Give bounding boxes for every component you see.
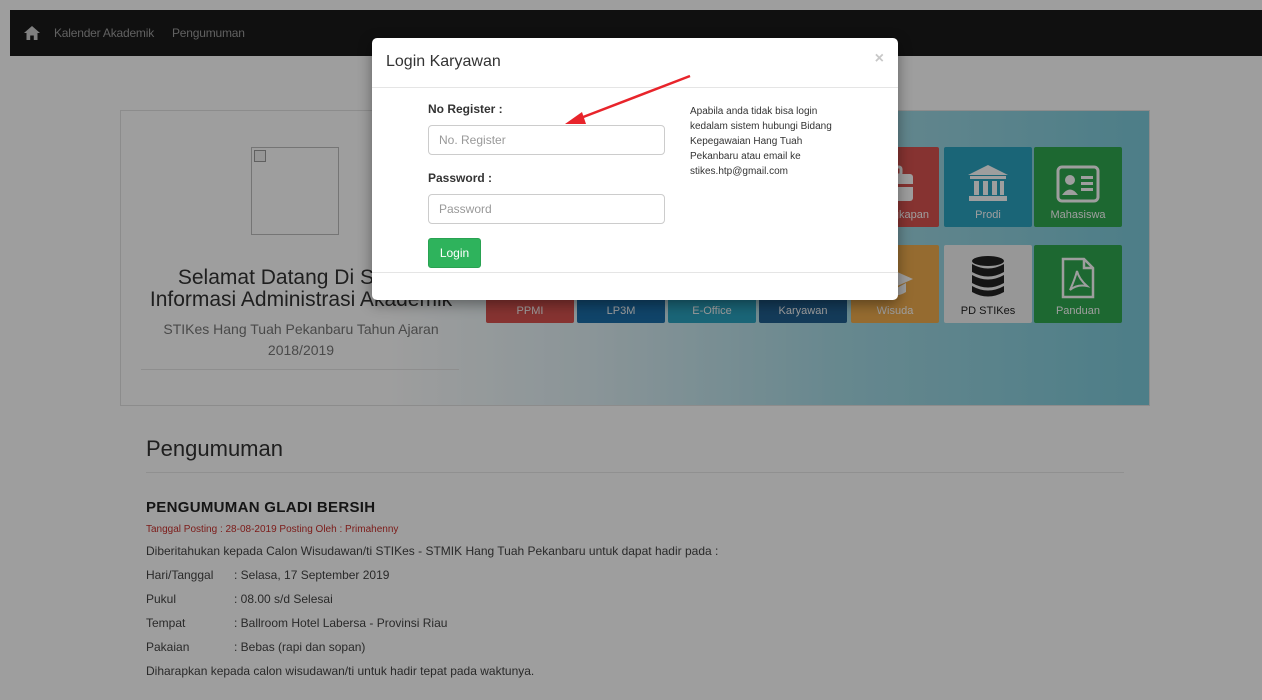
modal-header: Login Karyawan × xyxy=(372,38,898,88)
modal-footer-divider xyxy=(372,272,898,273)
login-modal: Login Karyawan × No Register : Password … xyxy=(372,38,898,300)
login-form: No Register : Password : Login xyxy=(428,102,666,268)
password-label: Password : xyxy=(428,171,493,185)
close-icon[interactable]: × xyxy=(875,50,884,68)
modal-title: Login Karyawan xyxy=(386,53,501,70)
help-text: Apabila anda tidak bisa login kedalam si… xyxy=(690,106,832,177)
register-label: No Register : xyxy=(428,102,503,116)
password-input[interactable] xyxy=(428,194,665,224)
login-button[interactable]: Login xyxy=(428,238,481,268)
register-input[interactable] xyxy=(428,125,665,155)
